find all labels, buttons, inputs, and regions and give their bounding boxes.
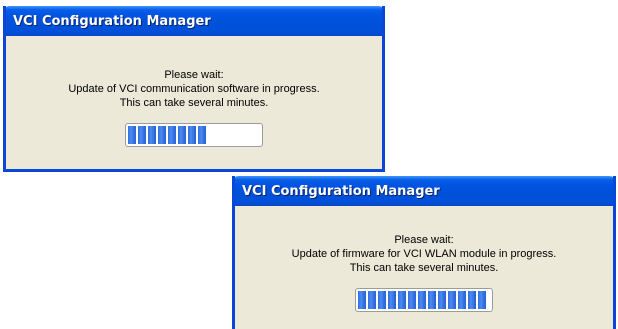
- wait-message: Please wait:: [164, 69, 224, 81]
- duration-message: This can take several minutes.: [119, 97, 269, 109]
- wait-message: Please wait:: [394, 234, 454, 246]
- dialog-body: Please wait: Update of firmware for VCI …: [235, 206, 613, 312]
- update-status-message: Update of VCI communication software in …: [68, 83, 320, 95]
- duration-message: This can take several minutes.: [349, 262, 499, 274]
- window-title: VCI Configuration Manager: [242, 183, 440, 199]
- progress-bar: [125, 123, 263, 147]
- progress-bar-fill: [358, 291, 488, 309]
- progress-bar: [355, 288, 493, 312]
- window-title: VCI Configuration Manager: [13, 13, 211, 29]
- progress-bar-fill: [128, 126, 208, 144]
- title-bar[interactable]: VCI Configuration Manager: [235, 176, 613, 206]
- title-bar[interactable]: VCI Configuration Manager: [6, 6, 382, 36]
- update-status-message: Update of firmware for VCI WLAN module i…: [291, 248, 557, 260]
- update-dialog-communication-software: VCI Configuration Manager Please wait: U…: [3, 6, 385, 172]
- dialog-body: Please wait: Update of VCI communication…: [6, 36, 382, 147]
- update-dialog-wlan-firmware: VCI Configuration Manager Please wait: U…: [232, 176, 616, 329]
